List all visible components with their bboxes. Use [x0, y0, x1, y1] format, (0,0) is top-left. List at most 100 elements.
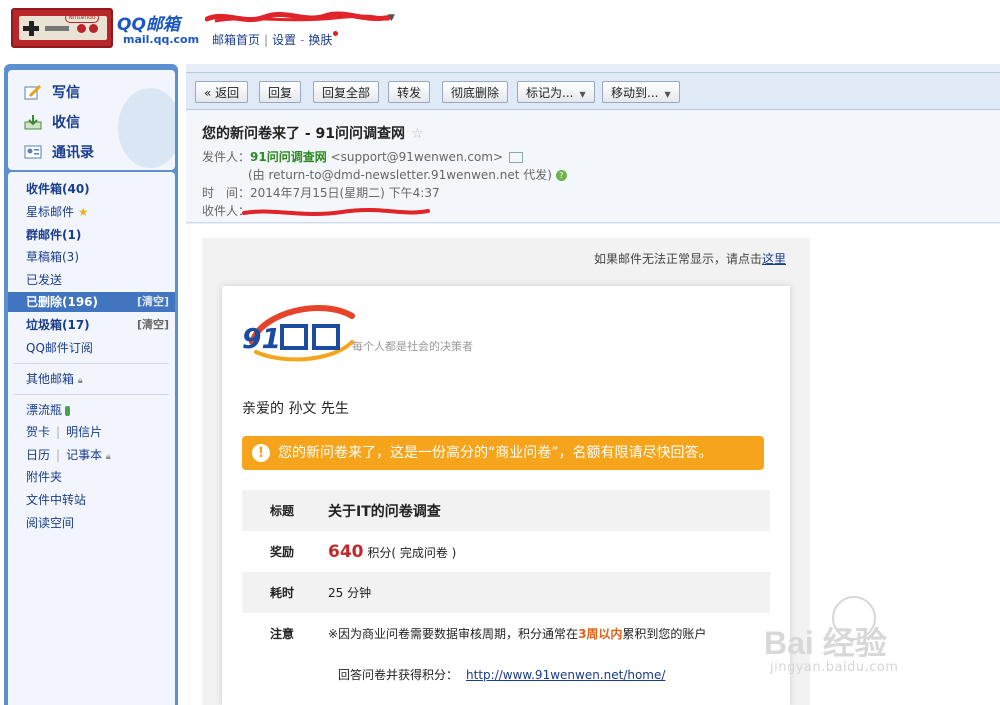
qq-penguin-background	[118, 88, 175, 168]
duration-value: 25 分钟	[322, 572, 770, 613]
table-row: 耗时 25 分钟	[242, 572, 770, 613]
folder-spam[interactable]: 垃圾箱(17) [清空]	[8, 315, 175, 335]
contacts-icon	[24, 144, 42, 160]
postcard-link[interactable]: 明信片	[66, 425, 102, 439]
top-nav: 邮箱首页 | 设置 - 换肤	[212, 31, 339, 48]
greeting-card-link[interactable]: 贺卡	[26, 425, 50, 439]
answer-prompt: 回答问卷并获得积分： http://www.91wenwen.net/home/	[338, 666, 665, 683]
table-row: 奖励 640 积分( 完成问卷 )	[242, 531, 770, 572]
receive-link[interactable]: 收信	[24, 110, 80, 134]
reply-all-button[interactable]: 回复全部	[313, 81, 380, 103]
title-key: 标题	[242, 490, 322, 531]
file-transfer-link[interactable]: 文件中转站	[8, 490, 175, 510]
console-brand-label: Nintendo	[65, 13, 99, 23]
nav-skin-link[interactable]: 换肤	[308, 33, 332, 47]
time-value: 2014年7月15日(星期二) 下午4:37	[250, 186, 440, 200]
folder-starred-label: 星标邮件	[26, 205, 75, 219]
attachments-link[interactable]: 附件夹	[8, 467, 175, 487]
view-here-link[interactable]: 这里	[762, 252, 786, 266]
inbox-download-icon	[24, 114, 42, 130]
compose-link[interactable]: 写信	[24, 80, 80, 104]
folder-inbox[interactable]: 收件箱(40)	[8, 179, 175, 199]
nav-home-link[interactable]: 邮箱首页	[212, 33, 260, 47]
mark-as-label: 标记为...	[526, 86, 574, 100]
notice-text: 您的新问卷来了，这是一份高分的“商业问卷”，名额有限请尽快回答。	[278, 445, 713, 461]
newsletter: 如果邮件无法正常显示，请点击这里 91 每个人都是社会的决策者 亲爱的 孙文 先…	[202, 238, 810, 705]
folder-other-mailboxes[interactable]: 其他邮箱 🔒︎	[8, 369, 175, 389]
select-start-icon	[45, 26, 69, 31]
star-icon: ★	[77, 205, 89, 219]
qq-mail-url: mail.qq.com	[123, 33, 200, 46]
folder-starred[interactable]: 星标邮件 ★	[8, 202, 175, 222]
note-pre: ※因为商业问卷需要数据审核周期，积分通常在	[328, 627, 579, 641]
folder-group[interactable]: 群邮件(1)	[8, 225, 175, 245]
mark-as-dropdown[interactable]: 标记为... ▼	[517, 81, 595, 103]
sender-name[interactable]: 91问问调查网	[250, 150, 327, 164]
nav-dash: -	[300, 33, 305, 47]
nav-settings-link[interactable]: 设置	[272, 33, 296, 47]
nes-controller-logo[interactable]: Nintendo	[11, 8, 113, 48]
reply-button[interactable]: 回复	[259, 81, 302, 103]
redacted-account-scribble	[205, 11, 394, 23]
slogan: 每个人都是社会的决策者	[352, 340, 473, 353]
folder-sent[interactable]: 已发送	[8, 270, 175, 290]
clear-deleted-link[interactable]: [清空]	[137, 292, 169, 312]
dpad-icon-vertical	[28, 21, 34, 36]
calendar-row: 日历 | 记事本 🔒︎	[8, 445, 175, 465]
new-dot-icon	[333, 31, 339, 36]
back-button[interactable]: « 返回	[195, 81, 249, 103]
delete-forever-button[interactable]: 彻底删除	[442, 81, 509, 103]
contacts-link[interactable]: 通讯录	[24, 140, 94, 164]
folder-deleted-label: 已删除(196)	[26, 295, 99, 309]
duration-key: 耗时	[242, 572, 322, 613]
qq-mail-logo[interactable]: QQ邮箱	[117, 10, 180, 35]
quick-actions: 写信 收信 通讯录	[8, 70, 175, 170]
sender-email: <support@91wenwen.com>	[330, 150, 504, 164]
chevron-down-icon: ▼	[579, 90, 586, 99]
lock-icon: 🔒︎	[105, 452, 111, 462]
note-key: 注意	[269, 627, 294, 641]
from-row: 发件人：91问问调查网 <support@91wenwen.com>	[202, 148, 524, 165]
folder-drafts[interactable]: 草稿箱(3)	[8, 247, 175, 267]
watermark-text: Bai 经验	[764, 625, 887, 661]
top-header: Nintendo QQ邮箱 mail.qq.com ▼ 邮箱首页 | 设置 - 换肤	[0, 0, 1000, 62]
notebook-link[interactable]: 记事本	[66, 448, 102, 462]
reading-space-link[interactable]: 阅读空间	[8, 513, 175, 533]
reward-unit: 积分	[367, 545, 392, 560]
calendar-link[interactable]: 日历	[26, 448, 50, 462]
folder-divider	[14, 394, 169, 395]
note-value: ※因为商业问卷需要数据审核周期，积分通常在3周以内累积到您的账户	[322, 613, 770, 654]
drift-bottle-link[interactable]: 漂流瓶	[8, 400, 175, 420]
move-to-dropdown[interactable]: 移动到... ▼	[602, 81, 680, 103]
forward-button[interactable]: 转发	[388, 81, 431, 103]
survey-card: 91 每个人都是社会的决策者 亲爱的 孙文 先生 ! 您的新问卷来了，这是一份高…	[222, 286, 790, 705]
left-sidebar: 写信 收信 通讯录 收件箱(40) 星标邮件 ★ 群邮件(1) 草稿箱(3) 已…	[4, 64, 178, 705]
greeting: 亲爱的 孙文 先生	[242, 401, 349, 417]
compose-label: 写信	[52, 85, 80, 101]
star-outline-icon[interactable]: ☆	[411, 126, 424, 142]
lock-icon: 🔒︎	[77, 376, 83, 386]
account-dropdown-icon[interactable]: ▼	[388, 13, 395, 23]
answer-link[interactable]: http://www.91wenwen.net/home/	[466, 668, 665, 682]
note-highlight: 3周以内	[578, 627, 623, 641]
folder-subscription[interactable]: QQ邮件订阅	[8, 338, 175, 358]
clear-spam-link[interactable]: [清空]	[137, 315, 169, 335]
a-button-icon	[89, 24, 98, 33]
nav-divider: |	[264, 33, 269, 47]
reward-note: ( 完成问卷 )	[391, 545, 457, 560]
91wenwen-logo[interactable]: 91	[242, 302, 362, 366]
mail-subject: 您的新问卷来了 - 91问问调查网 ☆	[202, 123, 424, 143]
watermark-url: jingyan.baidu.com	[770, 660, 899, 675]
folder-spam-label: 垃圾箱(17)	[26, 318, 90, 332]
cards-row: 贺卡 | 明信片	[8, 422, 175, 442]
contact-card-icon[interactable]	[509, 152, 524, 163]
folder-divider	[14, 363, 169, 364]
time-label: 时 间：	[202, 186, 251, 200]
table-row: 标题 关于IT的问卷调查	[242, 490, 770, 531]
pipe-divider: |	[56, 425, 61, 439]
from-label: 发件人：	[202, 150, 251, 164]
answer-text: 回答问卷并获得积分：	[338, 668, 459, 682]
folder-deleted[interactable]: 已删除(196) [清空]	[8, 292, 175, 312]
receive-label: 收信	[52, 115, 80, 131]
move-to-label: 移动到...	[611, 86, 659, 100]
